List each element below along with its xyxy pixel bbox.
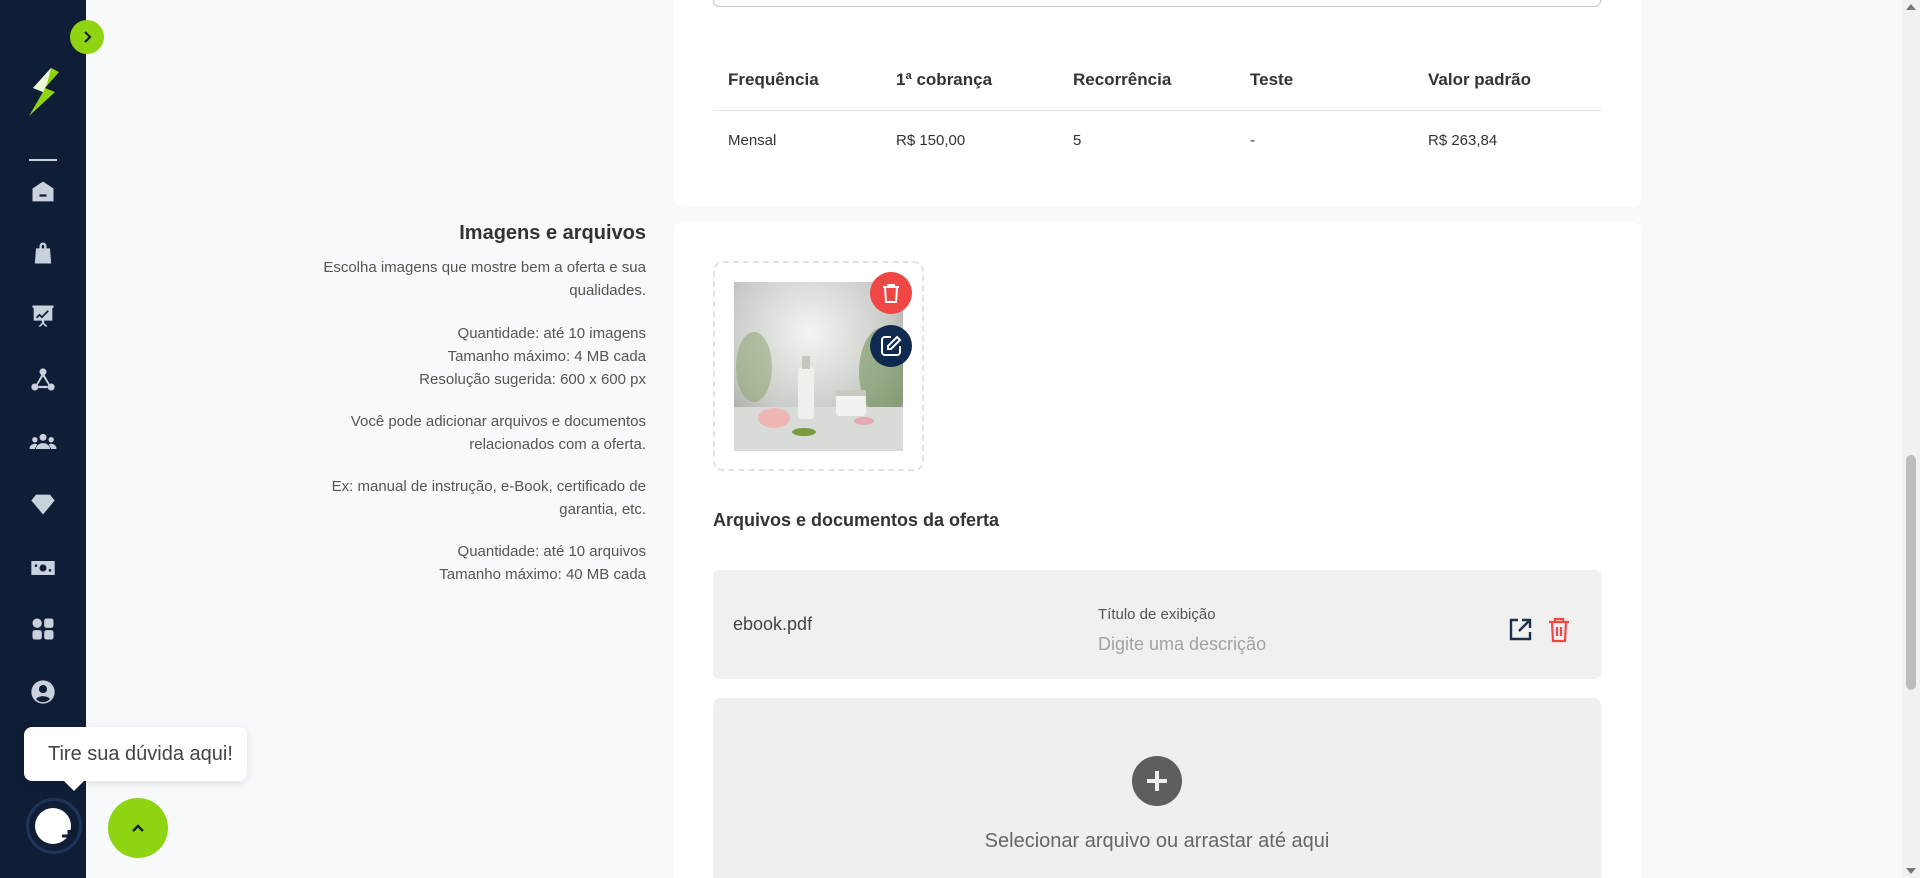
sidebar-item-affiliates[interactable] [27,364,59,396]
sidebar-item-customers[interactable] [27,426,59,458]
column-header: Frequência [713,50,881,111]
images-description: Escolha imagens que mostre bem a oferta … [323,259,646,299]
files-examples: Ex: manual de instrução, e-Book, certifi… [331,478,646,518]
scrollbar-thumb[interactable] [1906,455,1916,690]
display-title-input[interactable] [1098,634,1398,655]
file-name: ebook.pdf [733,614,813,634]
files-max-size: Tamanho máximo: 40 MB cada [439,566,646,583]
dropzone-label: Selecionar arquivo ou arrastar até aqui [984,830,1330,852]
user-circle-icon [31,680,55,704]
sidebar-divider [29,159,57,161]
display-title-label: Título de exibição [1098,606,1216,623]
chat-icon [35,808,71,844]
column-header: Teste [1235,50,1413,111]
home-icon [32,181,54,202]
edit-image-button[interactable] [870,325,912,367]
scroll-to-top-button[interactable] [108,798,168,858]
sidebar-toggle-button[interactable] [70,20,104,54]
sidebar-item-plans[interactable] [27,488,59,520]
diamond-icon [31,494,55,515]
trash-icon[interactable] [1547,617,1571,643]
files-section-title: Arquivos e documentos da oferta [713,510,1000,530]
column-header: Valor padrão [1413,50,1601,111]
scroll-down-arrow[interactable] [1906,868,1916,874]
sidebar-item-reports[interactable] [27,300,59,332]
chevron-right-icon [84,31,92,43]
scrollbar[interactable] [1902,0,1920,878]
users-group-icon [29,433,57,449]
plus-icon [1132,756,1182,806]
presentation-chart-icon [32,305,54,327]
files-description: Você pode adicionar arquivos e documento… [350,413,646,453]
cash-icon [31,561,55,575]
chevron-up-icon [132,824,144,832]
sidebar-item-profile[interactable] [27,676,59,708]
help-chat-button[interactable] [26,798,82,854]
images-resolution: Resolução sugerida: 600 x 600 px [419,371,646,388]
table-cell: Mensal [728,131,777,149]
table-header-row: Frequência 1ª cobrança Recorrência Teste… [713,50,1601,111]
sidebar-item-apps[interactable] [27,613,59,645]
network-icon [31,368,55,391]
images-limits: Quantidade: até 10 imagens Tamanho máxim… [300,322,646,391]
table-cell: R$ 150,00 [896,131,966,149]
pricing-table: Frequência 1ª cobrança Recorrência Teste… [713,50,1601,170]
trash-icon [883,284,899,303]
section-title-images: Imagens e arquivos [459,222,646,244]
files-quantity: Quantidade: até 10 arquivos [457,543,646,560]
shopping-bag-icon [34,242,52,264]
help-tooltip: Tire sua dúvida aqui! [24,727,247,791]
file-row: ebook.pdf Título de exibição [713,570,1601,679]
column-header: 1ª cobrança [881,50,1058,111]
images-max-size: Tamanho máximo: 4 MB cada [447,348,646,365]
file-dropzone[interactable]: Selecionar arquivo ou arrastar até aqui [713,698,1601,878]
table-row: Mensal R$ 150,00 5 - R$ 263,84 [713,110,1601,170]
sidebar-item-finance[interactable] [27,552,59,584]
scroll-up-arrow[interactable] [1906,4,1916,10]
table-cell: - [1250,131,1255,149]
top-field[interactable] [713,0,1601,7]
edit-icon [881,335,902,356]
open-external-icon[interactable] [1507,617,1533,643]
logo [29,68,59,116]
sidebar-item-products[interactable] [27,237,59,269]
table-cell: R$ 263,84 [1428,131,1498,149]
sidebar-item-home[interactable] [27,176,59,208]
images-quantity: Quantidade: até 10 imagens [457,325,646,342]
apps-grid-icon [32,618,54,640]
column-header: Recorrência [1058,50,1235,111]
delete-image-button[interactable] [870,272,912,314]
table-cell: 5 [1073,131,1082,149]
files-limits: Quantidade: até 10 arquivos Tamanho máxi… [300,540,646,586]
